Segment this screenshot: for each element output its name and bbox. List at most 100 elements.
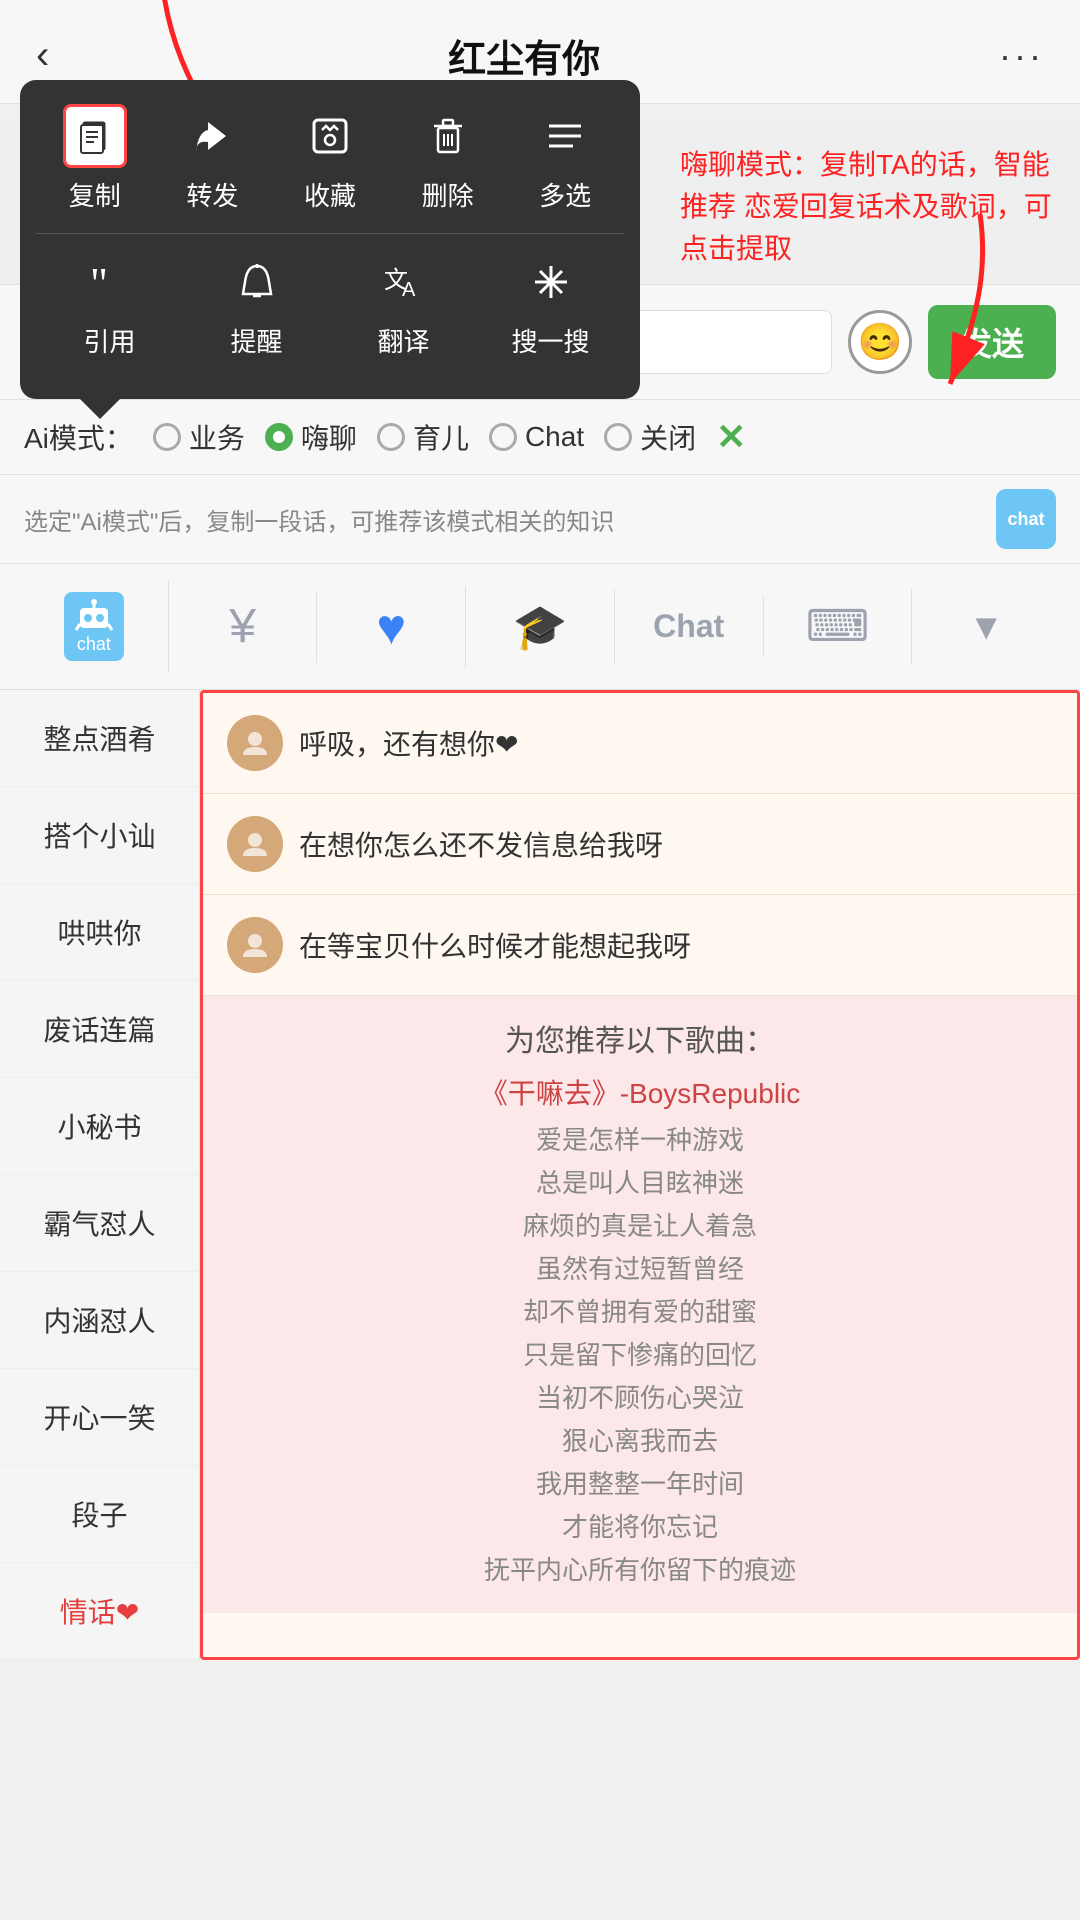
- radio-chat: [489, 423, 517, 451]
- suggestion-item-1[interactable]: 呼吸，还有想你❤: [203, 693, 1077, 794]
- tab-dropdown[interactable]: ▼: [912, 594, 1060, 660]
- emoji-button[interactable]: 😊: [848, 310, 912, 374]
- ai-mode-label: Ai模式：: [24, 417, 133, 457]
- content-panel: 呼吸，还有想你❤ 在想你怎么还不发信息给我呀 在等宝贝什么时候才能想起我呀: [200, 690, 1080, 1660]
- delete-icon: [416, 104, 480, 168]
- sidebar-item-9[interactable]: 段子: [0, 1466, 199, 1563]
- context-copy[interactable]: 复制: [45, 104, 145, 213]
- collect-label: 收藏: [304, 176, 356, 213]
- annotation-text: 嗨聊模式：复制TA的话，智能推荐 恋爱回复话术及歌词，可点击提取: [680, 144, 1060, 270]
- sidebar-item-1[interactable]: 整点酒肴: [0, 690, 199, 787]
- suggestion-item-3[interactable]: 在等宝贝什么时候才能想起我呀: [203, 895, 1077, 996]
- cap-icon: 🎓: [513, 601, 568, 653]
- sidebar-item-6[interactable]: 霸气怼人: [0, 1175, 199, 1272]
- song-section: 为您推荐以下歌曲： 《干嘛去》-BoysRepublic 爱是怎样一种游戏 总是…: [203, 996, 1077, 1613]
- context-remind[interactable]: 提醒: [207, 250, 307, 359]
- context-forward[interactable]: 转发: [162, 104, 262, 213]
- chat-badge-text: chat: [1007, 509, 1044, 530]
- sidebar-item-8[interactable]: 开心一笑: [0, 1369, 199, 1466]
- copy-icon: [63, 104, 127, 168]
- robot-icon: chat: [64, 592, 124, 661]
- tab-money[interactable]: ¥: [169, 591, 318, 663]
- remind-icon: [225, 250, 289, 314]
- lyric-1[interactable]: 爱是怎样一种游戏: [223, 1120, 1057, 1157]
- translate-label: 翻译: [377, 322, 429, 359]
- delete-label: 删除: [422, 176, 474, 213]
- lyric-2[interactable]: 总是叫人目眩神迷: [223, 1163, 1057, 1200]
- sidebar: 整点酒肴 搭个小讪 哄哄你 废话连篇 小秘书 霸气怼人 内涵怼人 开心一笑 段子…: [0, 690, 200, 1660]
- suggestion-text-1: 呼吸，还有想你❤: [299, 723, 1053, 763]
- context-delete[interactable]: 删除: [398, 104, 498, 213]
- tab-cap[interactable]: 🎓: [466, 589, 615, 665]
- multiselect-label: 多选: [539, 176, 591, 213]
- context-menu: 复制 转发 收藏: [20, 80, 640, 399]
- tab-keyboard[interactable]: ⌨: [764, 589, 913, 664]
- menu-pointer: [80, 399, 120, 419]
- sidebar-item-2[interactable]: 搭个小讪: [0, 787, 199, 884]
- lyric-8[interactable]: 狠心离我而去: [223, 1421, 1057, 1458]
- page-title: 红尘有你: [448, 28, 600, 83]
- song-name[interactable]: 《干嘛去》-BoysRepublic: [223, 1072, 1057, 1112]
- hint-bar: 选定"Ai模式"后，复制一段话，可推荐该模式相关的知识 chat: [0, 474, 1080, 563]
- search-icon: [519, 250, 583, 314]
- forward-icon: [180, 104, 244, 168]
- sidebar-item-5[interactable]: 小秘书: [0, 1078, 199, 1175]
- mode-business[interactable]: 业务: [153, 417, 245, 457]
- svg-text:": ": [90, 259, 108, 306]
- lyric-11[interactable]: 抚平内心所有你留下的痕迹: [223, 1550, 1057, 1587]
- mode-chat[interactable]: Chat: [489, 421, 584, 453]
- menu-divider: [36, 233, 624, 234]
- suggestion-item-2[interactable]: 在想你怎么还不发信息给我呀: [203, 794, 1077, 895]
- send-button[interactable]: 发送: [928, 305, 1056, 379]
- sidebar-item-3[interactable]: 哄哄你: [0, 884, 199, 981]
- context-translate[interactable]: 文 A 翻译: [354, 250, 454, 359]
- lyric-10[interactable]: 才能将你忘记: [223, 1507, 1057, 1544]
- copy-label: 复制: [69, 176, 121, 213]
- tab-heart[interactable]: ♥: [317, 586, 466, 668]
- multiselect-icon: [533, 104, 597, 168]
- lyric-5[interactable]: 却不曾拥有爱的甜蜜: [223, 1292, 1057, 1329]
- radio-business: [153, 423, 181, 451]
- mode-off-label: 关闭: [640, 417, 696, 457]
- context-quote[interactable]: " 引用: [60, 250, 160, 359]
- keyboard-icon: ⌨: [806, 601, 870, 652]
- back-button[interactable]: ‹: [36, 33, 49, 78]
- lyric-4[interactable]: 虽然有过短暂曾经: [223, 1249, 1057, 1286]
- context-menu-row2: " 引用 提醒 文 A 翻译: [36, 250, 624, 359]
- lyric-9[interactable]: 我用整整一年时间: [223, 1464, 1057, 1501]
- more-button[interactable]: ···: [999, 35, 1044, 77]
- tab-robot[interactable]: chat: [20, 580, 169, 673]
- close-button[interactable]: ✕: [716, 416, 746, 458]
- tab-bar: chat ¥ ♥ 🎓 Chat ⌨ ▼: [0, 563, 1080, 690]
- main-content: 整点酒肴 搭个小讪 哄哄你 废话连篇 小秘书 霸气怼人 内涵怼人 开心一笑 段子…: [0, 690, 1080, 1660]
- radio-haichat: [265, 423, 293, 451]
- mode-childcare-label: 育儿: [413, 417, 469, 457]
- context-multiselect[interactable]: 多选: [515, 104, 615, 213]
- sidebar-item-10[interactable]: 情话❤: [0, 1563, 199, 1660]
- suggestion-avatar-2: [227, 816, 283, 872]
- chat-badge[interactable]: chat: [996, 489, 1056, 549]
- chat-text-icon: Chat: [653, 608, 724, 645]
- lyric-6[interactable]: 只是留下惨痛的回忆: [223, 1335, 1057, 1372]
- lyric-3[interactable]: 麻烦的真是让人着急: [223, 1206, 1057, 1243]
- sidebar-item-4[interactable]: 废话连篇: [0, 981, 199, 1078]
- radio-childcare: [377, 423, 405, 451]
- tab-chat-text[interactable]: Chat: [615, 596, 764, 657]
- mode-childcare[interactable]: 育儿: [377, 417, 469, 457]
- song-header: 为您推荐以下歌曲：: [223, 1016, 1057, 1060]
- context-collect[interactable]: 收藏: [280, 104, 380, 213]
- hint-text: 选定"Ai模式"后，复制一段话，可推荐该模式相关的知识: [24, 502, 614, 537]
- lyric-7[interactable]: 当初不顾伤心哭泣: [223, 1378, 1057, 1415]
- mode-haichat[interactable]: 嗨聊: [265, 417, 357, 457]
- mode-business-label: 业务: [189, 417, 245, 457]
- remind-label: 提醒: [230, 322, 282, 359]
- heart-icon: ♥: [376, 598, 406, 656]
- suggestion-avatar-1: [227, 715, 283, 771]
- mode-off[interactable]: 关闭: [604, 417, 696, 457]
- context-search[interactable]: 搜一搜: [501, 250, 601, 359]
- quote-label: 引用: [83, 322, 135, 359]
- sidebar-item-7[interactable]: 内涵怼人: [0, 1272, 199, 1369]
- quote-icon: ": [78, 250, 142, 314]
- context-menu-row1: 复制 转发 收藏: [36, 104, 624, 213]
- dropdown-icon: ▼: [968, 606, 1004, 648]
